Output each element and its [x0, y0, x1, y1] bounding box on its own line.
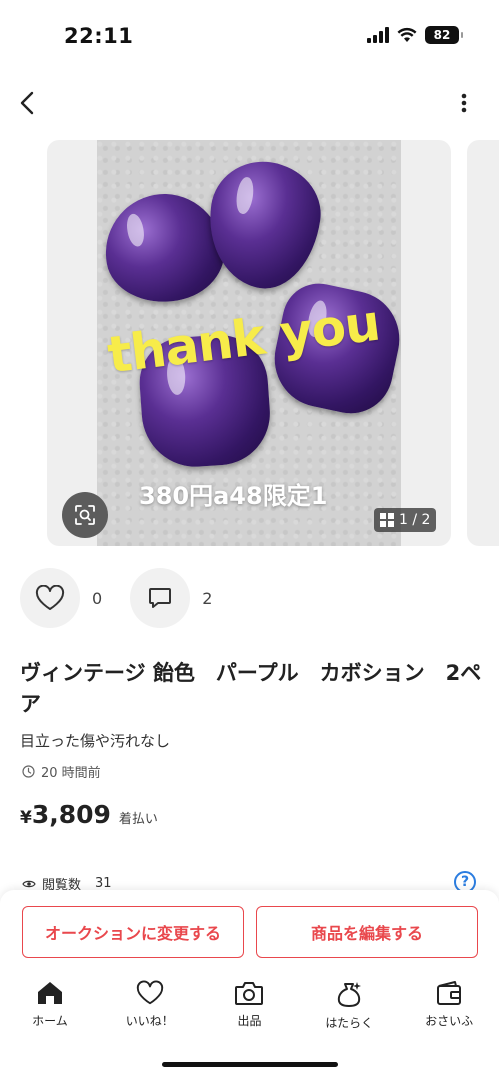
cellular-signal-icon: [367, 27, 389, 43]
price-currency: ¥: [20, 808, 32, 828]
page-indicator: 1 / 2: [374, 508, 437, 532]
tab-home[interactable]: ホーム: [0, 980, 100, 1040]
comment-count: 2: [202, 588, 213, 608]
wifi-icon: [397, 27, 417, 42]
eye-icon: [22, 880, 36, 887]
more-vertical-icon: [461, 93, 467, 113]
carousel-next-slide[interactable]: [467, 140, 499, 546]
scan-search-icon: [75, 505, 95, 525]
like-count: 0: [92, 588, 103, 608]
more-options-button[interactable]: [449, 88, 479, 118]
tab-label: はたらく: [325, 1016, 374, 1030]
tab-sell[interactable]: 出品: [200, 980, 300, 1040]
shipping-type: 着払い: [118, 812, 158, 827]
comment-icon: [149, 588, 172, 608]
item-title: ヴィンテージ 飴色 パープル カボション 2ペア: [20, 661, 482, 716]
change-to-auction-button[interactable]: オークションに変更する: [22, 906, 244, 958]
tab-label: ホーム: [32, 1014, 68, 1028]
clock-icon: [22, 765, 35, 778]
edit-item-button[interactable]: 商品を編集する: [256, 906, 478, 958]
home-indicator: [162, 1062, 338, 1067]
page-indicator-text: 1 / 2: [399, 512, 431, 528]
views-count: 31: [95, 876, 112, 891]
status-bar: 22:11 82: [0, 0, 499, 72]
battery-icon: 82: [425, 26, 463, 44]
tab-wallet[interactable]: おさいふ: [399, 980, 499, 1040]
photo-subcaption: 380円a48限定1: [139, 482, 328, 510]
camera-icon: [235, 982, 264, 1005]
comment-button[interactable]: [130, 568, 191, 628]
image-search-button[interactable]: [62, 492, 108, 538]
tab-likes[interactable]: いいね！: [100, 980, 200, 1040]
posted-time: 20 時間前: [22, 762, 101, 781]
money-bag-icon: [338, 982, 362, 1007]
bottom-panel: オークションに変更する 商品を編集する ホーム いいね！ 出品 はたらく おさい…: [0, 890, 499, 1080]
tab-label: 出品: [237, 1014, 262, 1028]
status-time: 22:11: [64, 24, 134, 48]
tab-label: いいね！: [125, 1014, 174, 1028]
status-icons: 82: [367, 26, 463, 44]
price-value: 3,809: [31, 800, 111, 829]
price-amount-group: ¥3,809: [20, 800, 111, 829]
tab-bar: ホーム いいね！ 出品 はたらく おさいふ: [0, 980, 499, 1040]
image-carousel[interactable]: thank you 380円a48限定1: [0, 140, 499, 548]
heart-icon: [35, 585, 65, 610]
engagement-row: 0 2: [20, 568, 240, 628]
chevron-left-icon: [20, 91, 34, 115]
grid-icon: [380, 513, 394, 527]
posted-time-text: 20 時間前: [41, 766, 101, 781]
price-row: ¥3,809 着払い: [20, 800, 158, 829]
home-icon: [37, 982, 62, 1004]
product-photo: thank you 380円a48限定1: [97, 140, 401, 546]
wallet-icon: [437, 981, 462, 1005]
like-button[interactable]: [20, 568, 80, 628]
heart-icon: [136, 980, 163, 1005]
tab-work[interactable]: はたらく: [299, 980, 399, 1040]
item-condition: 目立った傷や汚れなし: [20, 732, 171, 750]
carousel-slide[interactable]: thank you 380円a48限定1: [47, 140, 451, 546]
tab-label: おさいふ: [425, 1014, 474, 1028]
back-button[interactable]: [12, 88, 42, 118]
amethyst-stone: [200, 154, 328, 296]
